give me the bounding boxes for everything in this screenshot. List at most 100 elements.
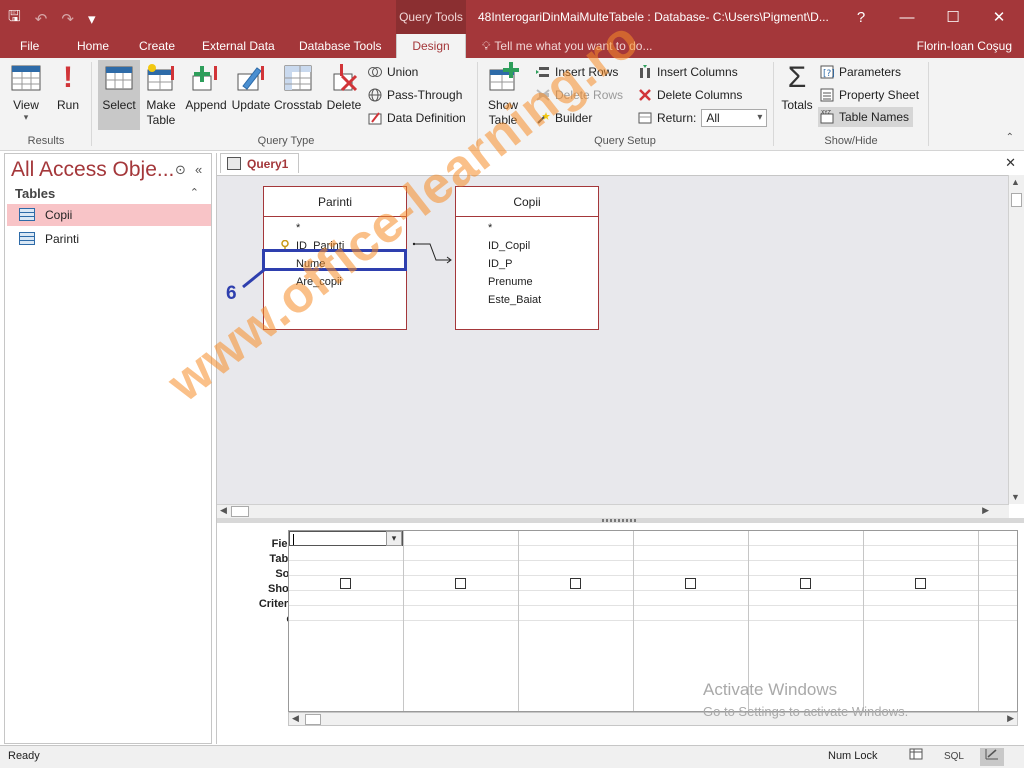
or-cell[interactable] [979, 606, 1017, 621]
criteria-cell[interactable] [979, 591, 1017, 606]
collapse-ribbon-icon[interactable]: ⌃ [1006, 132, 1014, 143]
sort-cell[interactable] [749, 561, 863, 576]
scroll-right-icon[interactable]: ▶ [1007, 713, 1014, 724]
tab-external-data[interactable]: External Data [202, 34, 275, 58]
grid-column[interactable]: ▾ [289, 531, 404, 711]
table-cell[interactable] [864, 546, 978, 561]
sort-cell[interactable] [979, 561, 1017, 576]
table-names-button[interactable]: XYZ Table Names [818, 107, 914, 127]
design-horizontal-scrollbar[interactable]: ◀ ▶ [217, 504, 1009, 518]
scroll-thumb[interactable] [231, 506, 249, 517]
or-cell[interactable] [634, 606, 748, 621]
nav-menu-chevron-icon[interactable]: ⊙ [175, 162, 186, 178]
scroll-left-icon[interactable]: ◀ [292, 713, 299, 724]
datasheet-view-button[interactable] [904, 748, 928, 766]
parameters-button[interactable]: [?] Parameters [820, 62, 901, 82]
criteria-cell[interactable] [519, 591, 633, 606]
user-name[interactable]: Florin-Ioan Coşug [917, 34, 1012, 58]
table-cell[interactable] [634, 546, 748, 561]
grid-column[interactable] [519, 531, 634, 711]
nav-pane-title[interactable]: All Access Obje... [11, 158, 174, 182]
sort-cell[interactable] [864, 561, 978, 576]
grid-column[interactable] [404, 531, 519, 711]
tab-file[interactable]: File [20, 34, 39, 58]
view-button[interactable]: View ▾ [6, 62, 46, 128]
field-id-copil[interactable]: ID_Copil [456, 237, 598, 255]
show-checkbox[interactable] [685, 578, 696, 589]
field-all[interactable]: * [456, 219, 598, 237]
insert-columns-button[interactable]: Insert Columns [638, 62, 738, 82]
criteria-cell[interactable] [749, 591, 863, 606]
close-document-icon[interactable]: ✕ [1005, 155, 1016, 171]
scroll-thumb[interactable] [1011, 193, 1022, 207]
pass-through-button[interactable]: Pass-Through [368, 85, 462, 105]
help-button[interactable]: ? [838, 0, 884, 34]
field-cell[interactable]: ▾ [289, 531, 403, 546]
table-cell[interactable] [404, 546, 518, 561]
scroll-thumb[interactable] [305, 714, 321, 725]
show-checkbox[interactable] [915, 578, 926, 589]
sort-cell[interactable] [519, 561, 633, 576]
field-id-p[interactable]: ID_P [456, 255, 598, 273]
show-checkbox[interactable] [455, 578, 466, 589]
nav-item-copii[interactable]: Copii [7, 204, 211, 226]
scroll-right-icon[interactable]: ▶ [982, 505, 989, 516]
or-cell[interactable] [519, 606, 633, 621]
select-query-button[interactable]: Select [98, 60, 140, 130]
field-este-baiat[interactable]: Este_Baiat [456, 291, 598, 309]
maximize-button[interactable]: ☐ [930, 0, 976, 34]
criteria-cell[interactable] [404, 591, 518, 606]
update-button[interactable]: Update [230, 62, 272, 128]
table-cell[interactable] [979, 546, 1017, 561]
sort-cell[interactable] [289, 561, 403, 576]
field-cell[interactable] [404, 531, 518, 546]
run-button[interactable]: ! Run [52, 62, 84, 128]
nav-item-parinti[interactable]: Parinti [7, 228, 211, 250]
join-line[interactable] [410, 236, 454, 268]
view-dropdown-icon[interactable]: ▾ [6, 112, 46, 123]
tab-home[interactable]: Home [77, 34, 109, 58]
property-sheet-button[interactable]: Property Sheet [820, 85, 919, 105]
or-cell[interactable] [404, 606, 518, 621]
tab-create[interactable]: Create [139, 34, 175, 58]
table-cell[interactable] [289, 546, 403, 561]
totals-button[interactable]: Σ Totals [779, 62, 815, 128]
make-table-button[interactable]: Make Table [144, 62, 178, 132]
tab-query1[interactable]: Query1 [220, 153, 300, 173]
design-view-button[interactable] [980, 748, 1004, 766]
splitter-grip[interactable] [602, 519, 638, 522]
customize-qat-icon[interactable]: ▾ [88, 10, 96, 28]
or-cell[interactable] [749, 606, 863, 621]
field-list-copii[interactable]: Copii * ID_Copil ID_P Prenume Este_Baiat [455, 186, 599, 330]
delete-button[interactable]: Delete [326, 62, 362, 128]
criteria-cell[interactable] [289, 591, 403, 606]
or-cell[interactable] [289, 606, 403, 621]
field-cell[interactable] [519, 531, 633, 546]
field-cell[interactable] [634, 531, 748, 546]
field-dropdown-icon[interactable]: ▾ [386, 531, 402, 546]
delete-columns-button[interactable]: Delete Columns [638, 85, 742, 105]
data-definition-button[interactable]: Data Definition [368, 108, 466, 128]
nav-collapse-icon[interactable]: « [195, 162, 202, 177]
show-checkbox[interactable] [570, 578, 581, 589]
show-checkbox[interactable] [340, 578, 351, 589]
section-collapse-icon[interactable]: ⌃ [190, 186, 199, 199]
save-icon[interactable]: 🖫 [8, 6, 21, 31]
table-cell[interactable] [749, 546, 863, 561]
grid-horizontal-scrollbar[interactable]: ◀ ▶ [288, 712, 1018, 726]
grid-column[interactable] [979, 531, 1017, 711]
design-vertical-scrollbar[interactable]: ▲ ▼ [1008, 175, 1024, 504]
criteria-cell[interactable] [864, 591, 978, 606]
table-cell[interactable] [519, 546, 633, 561]
crosstab-button[interactable]: Crosstab [274, 62, 322, 128]
field-cell[interactable] [749, 531, 863, 546]
tab-design[interactable]: Design [396, 34, 466, 58]
show-checkbox[interactable] [800, 578, 811, 589]
field-prenume[interactable]: Prenume [456, 273, 598, 291]
tab-database-tools[interactable]: Database Tools [299, 34, 382, 58]
sort-cell[interactable] [634, 561, 748, 576]
field-cell[interactable] [864, 531, 978, 546]
nav-section-tables[interactable]: Tables [15, 186, 55, 201]
scroll-up-icon[interactable]: ▲ [1011, 177, 1020, 187]
sql-view-button[interactable]: SQL [942, 748, 966, 766]
